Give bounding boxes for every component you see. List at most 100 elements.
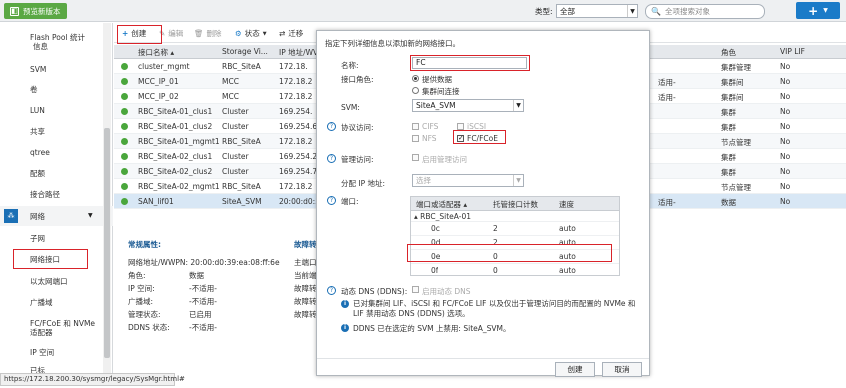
sidebar-item-volume[interactable]: 卷 <box>30 85 38 94</box>
cell-interface-name: RBC_SiteA-01_clus1 <box>138 107 213 116</box>
cell-vip-lif: No <box>780 152 791 161</box>
cell-interface-name: RBC_SiteA-02_mgmt1 <box>138 182 220 191</box>
detail-value: -不适用- <box>189 323 217 332</box>
sidebar-item-subnet[interactable]: 子网 <box>30 234 45 243</box>
iscsi-checkbox[interactable] <box>457 123 464 130</box>
table-row[interactable]: 集群 No <box>650 164 846 179</box>
sidebar-item-junction-path[interactable]: 接合路径 <box>30 190 60 199</box>
help-icon[interactable]: ? <box>327 196 336 205</box>
table-row[interactable]: cluster_mgmt RBC_SiteA 172.18. <box>114 59 321 74</box>
help-icon[interactable]: ? <box>327 154 336 163</box>
port-row[interactable]: 0c 2 auto <box>411 222 619 236</box>
detail-value: -不适用- <box>189 284 217 293</box>
management-access-checkbox[interactable] <box>412 154 419 161</box>
failover-title: 故障转 <box>294 240 317 249</box>
type-select[interactable]: 全部 ▼ <box>556 4 638 18</box>
edit-button[interactable]: ✎ 编辑 <box>159 28 183 39</box>
help-icon[interactable]: ? <box>327 286 336 295</box>
table-row[interactable]: RBC_SiteA-02_clus1 Cluster 169.254.2 <box>114 149 321 164</box>
cell-applicable: 适用- <box>658 93 676 102</box>
table-row[interactable]: 适用- 数据 No <box>650 194 846 209</box>
column-header-speed[interactable]: 速度 <box>559 199 574 210</box>
cell-role: 集群管理 <box>721 63 751 72</box>
sidebar-item-qtree[interactable]: qtree <box>30 148 50 157</box>
sidebar-item-flash-pool-line2[interactable]: 信息 <box>33 42 48 51</box>
table-row[interactable]: RBC_SiteA-02_mgmt1 RBC_SiteA 172.18.2 <box>114 179 321 194</box>
column-header-role[interactable]: 角色 <box>721 47 736 58</box>
table-row[interactable]: RBC_SiteA-02_clus2 Cluster 169.254.7 <box>114 164 321 179</box>
highlight-fc-fcoe <box>453 130 506 144</box>
cell-storage-vm: Cluster <box>222 152 249 161</box>
port-table: 端口或适配器 ▴ 托管接口计数 速度 ▴ RBC_SiteA-01 0c 2 aut… <box>410 196 620 276</box>
table-row[interactable]: 集群管理 No <box>650 59 846 74</box>
highlight-name-input <box>410 55 530 71</box>
nfs-checkbox[interactable] <box>412 135 419 142</box>
migrate-button[interactable]: ⇄ 迁移 <box>279 28 303 39</box>
role-data-radio[interactable] <box>412 75 419 82</box>
sidebar-item-ethernet-ports[interactable]: 以太网端口 <box>30 277 68 286</box>
port-row[interactable]: 0f 0 auto <box>411 264 619 275</box>
table-row[interactable]: 集群 No <box>650 149 846 164</box>
table-row[interactable]: RBC_SiteA-01_clus1 Cluster 169.254. <box>114 104 321 119</box>
sidebar-item-flash-pool[interactable]: Flash Pool 统计 <box>30 33 85 42</box>
table-row[interactable]: 适用- 集群间 No <box>650 89 846 104</box>
cell-storage-vm: Cluster <box>222 122 249 131</box>
ddns-checkbox[interactable] <box>412 286 419 293</box>
interface-role-label: 接口角色: <box>341 75 374 84</box>
role-intercluster-radio[interactable] <box>412 87 419 94</box>
info-icon: i <box>341 300 349 308</box>
sidebar-item-broadcast-domains[interactable]: 广播域 <box>30 298 53 307</box>
table-row[interactable]: RBC_SiteA-01_mgmt1 RBC_SiteA 172.18.2 <box>114 134 321 149</box>
table-row[interactable]: MCC_IP_02 MCC 172.18.2 <box>114 89 321 104</box>
table-row[interactable]: 节点管理 No <box>650 134 846 149</box>
cell-interface-name: RBC_SiteA-02_clus2 <box>138 167 213 176</box>
column-header-vip-lif[interactable]: VIP LIF <box>780 47 805 56</box>
info-icon: i <box>341 324 349 332</box>
protocol-access-label: 协议访问: <box>341 123 374 132</box>
status-menu-button[interactable]: ⚙ 状态 ▼ <box>235 28 267 39</box>
column-header-hosted-count[interactable]: 托管接口计数 <box>493 199 538 210</box>
cell-ip-address: 169.254.6 <box>279 122 318 131</box>
assign-ip-select[interactable]: 选择 ▼ <box>412 174 524 187</box>
sidebar-section-network[interactable]: ⁂ 网络 ▼ <box>0 206 113 226</box>
failover-label: 故障转 <box>294 297 317 306</box>
role-data-label: 提供数据 <box>422 75 452 84</box>
sidebar-item-quotas[interactable]: 配额 <box>30 169 45 178</box>
table-row[interactable]: MCC_IP_01 MCC 172.18.2 <box>114 74 321 89</box>
cancel-button[interactable]: 取消 <box>602 362 642 377</box>
column-header-storage-vm[interactable]: Storage Vi... <box>222 47 268 56</box>
svm-select[interactable]: SiteA_SVM ▼ <box>412 99 524 112</box>
cell-storage-vm: RBC_SiteA <box>222 137 261 146</box>
sidebar-scroll-thumb[interactable] <box>104 128 110 358</box>
sidebar-item-ipspace[interactable]: IP 空间 <box>30 348 54 357</box>
column-header-port[interactable]: 端口或适配器 ▴ <box>416 199 467 210</box>
port-group-row[interactable]: ▴ RBC_SiteA-01 <box>411 211 619 222</box>
search-input[interactable]: 🔍 全项搜索对象 <box>645 4 765 19</box>
sidebar-item-fc-nvme-adapters[interactable]: FC/FCoE 和 NVMe <box>30 319 95 328</box>
cell-interface-name: SAN_lif01 <box>138 197 174 206</box>
cell-port: 0c <box>431 224 440 233</box>
table-row[interactable]: RBC_SiteA-01_clus2 Cluster 169.254.6 <box>114 119 321 134</box>
sidebar-item-shares[interactable]: 共享 <box>30 127 45 136</box>
sidebar-item-svm[interactable]: SVM <box>30 65 46 74</box>
sidebar-item-lun[interactable]: LUN <box>30 106 45 115</box>
port-group-label: ▴ RBC_SiteA-01 <box>414 212 471 221</box>
table-row[interactable]: 集群 No <box>650 119 846 134</box>
preview-new-version-button[interactable]: ◧ 预览新版本 <box>4 3 67 19</box>
delete-button[interactable]: 🗑 删除 <box>194 28 222 39</box>
cifs-checkbox[interactable] <box>412 123 419 130</box>
add-menu-button[interactable]: + ▼ <box>796 2 840 19</box>
cell-interface-name: MCC_IP_02 <box>138 92 179 101</box>
column-header-interface-name[interactable]: 接口名称 ▴ <box>138 47 174 58</box>
help-icon[interactable]: ? <box>327 122 336 131</box>
sidebar-item-fc-nvme-adapters-line2[interactable]: 适配器 <box>30 328 53 337</box>
cell-speed: auto <box>559 224 576 233</box>
table-row[interactable]: 集群 No <box>650 104 846 119</box>
table-row[interactable]: SAN_lif01 SiteA_SVM 20:00:d0:3 <box>114 194 321 209</box>
column-header-ip-address[interactable]: IP 地址/WV <box>279 47 318 58</box>
table-row[interactable]: 适用- 集群间 No <box>650 74 846 89</box>
create-submit-button[interactable]: 创建 <box>555 362 595 377</box>
table-row[interactable]: 节点管理 No <box>650 179 846 194</box>
cell-role: 集群 <box>721 108 736 117</box>
migrate-icon: ⇄ <box>279 29 286 38</box>
